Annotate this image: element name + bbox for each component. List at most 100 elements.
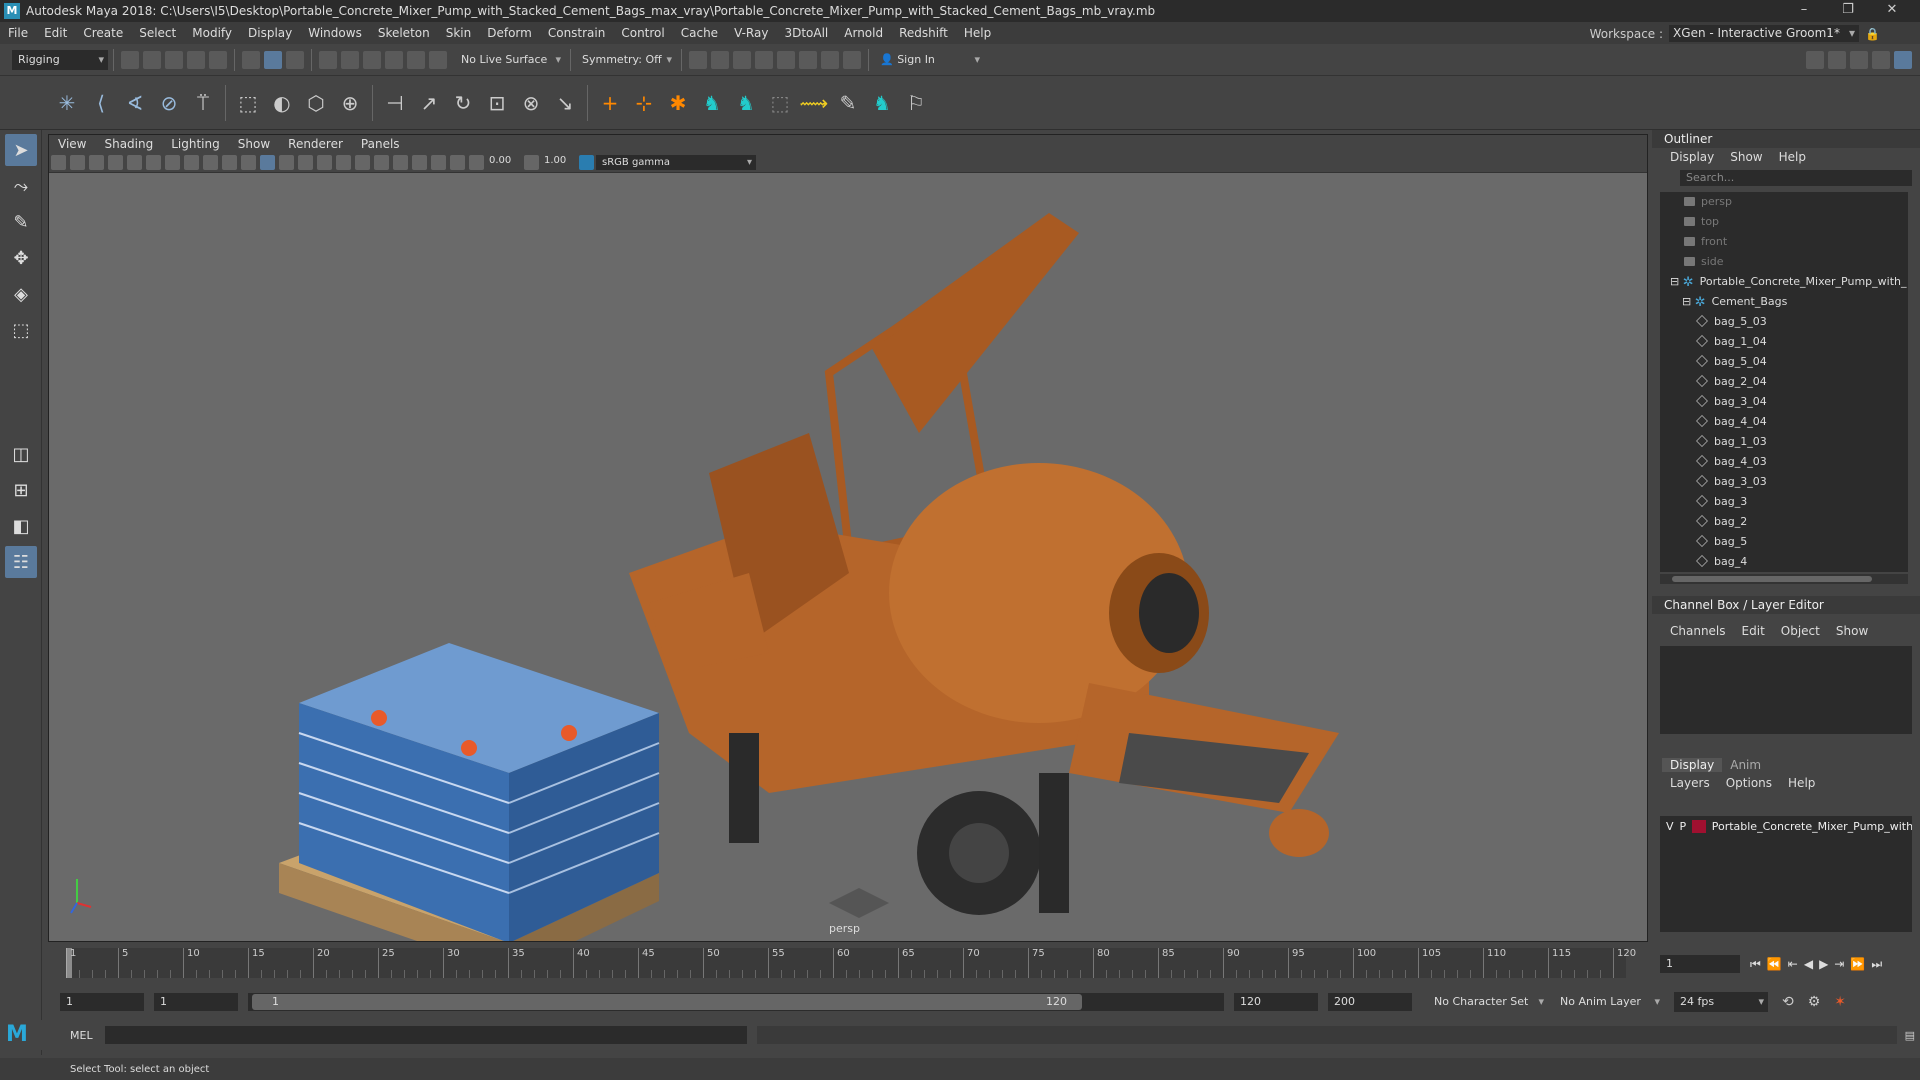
outliner-menu-help[interactable]: Help [1771,150,1814,164]
four-view-layout-icon[interactable]: ⊞ [5,474,37,506]
anti-alias-icon[interactable] [393,155,408,170]
time-ruler[interactable]: 1 5 10 15 20 25 30 35 40 45 50 55 60 65 70 75 80 85 90 95 10… [66,948,1636,978]
menu-deform[interactable]: Deform [479,26,540,40]
vp-menu-panels[interactable]: Panels [352,137,409,151]
constraint-parent-icon[interactable]: ⊗ [516,88,546,118]
scene-render[interactable] [49,173,1647,941]
go-to-end-icon[interactable]: ⏭ [1871,957,1882,972]
step-forward-key-icon[interactable]: ⏩ [1850,957,1865,972]
move-tool-icon[interactable]: ✥ [5,242,37,274]
two-view-layout-icon[interactable]: ◧ [5,510,37,542]
menu-windows[interactable]: Windows [300,26,370,40]
minimize-button[interactable]: – [1784,0,1824,22]
outliner-toggle-icon[interactable] [1894,50,1912,69]
layer-menu-layers[interactable]: Layers [1662,776,1718,790]
outliner-item-mesh[interactable]: bag_5 [1660,532,1908,552]
menu-skin[interactable]: Skin [438,26,480,40]
vp-menu-shading[interactable]: Shading [95,137,162,151]
menu-control[interactable]: Control [613,26,672,40]
select-object-icon[interactable] [264,50,282,69]
new-scene-icon[interactable] [121,50,139,69]
gamma-field[interactable]: 1.00 [541,155,577,170]
outliner-menu-show[interactable]: Show [1722,150,1770,164]
animation-prefs-icon[interactable]: ✶ [1834,994,1846,1010]
image-plane-icon[interactable] [89,155,104,170]
joint-tool-icon[interactable]: ✳ [52,88,82,118]
outliner-item-top[interactable]: top [1660,212,1908,232]
vray-ipr-icon[interactable] [821,50,839,69]
outliner-item-cement-bags[interactable]: ⊟ ✲ Cement_Bags [1660,292,1908,312]
gate-mask-icon[interactable] [165,155,180,170]
outliner-list[interactable]: persp top front side ⊟ ✲ Portable_Concret… [1660,192,1908,572]
outliner-item-mesh[interactable]: bag_5_04 [1660,352,1908,372]
lasso-tool-icon[interactable]: ⤳ [5,170,37,202]
vp-menu-lighting[interactable]: Lighting [162,137,229,151]
vp-menu-renderer[interactable]: Renderer [279,137,352,151]
script-language-label[interactable]: MEL [70,1029,93,1042]
menu-arnold[interactable]: Arnold [836,26,891,40]
layer-menu-options[interactable]: Options [1718,776,1780,790]
loop-icon[interactable]: ⟲ [1782,994,1794,1010]
menu-redshift[interactable]: Redshift [891,26,956,40]
menu-create[interactable]: Create [75,26,131,40]
character-set-dropdown[interactable]: No Character Set [1428,992,1548,1012]
tab-display[interactable]: Display [1662,758,1723,772]
insert-joint-icon[interactable]: ⊘ [154,88,184,118]
cluster-icon[interactable]: ⊕ [335,88,365,118]
select-component-icon[interactable] [286,50,304,69]
ik-handle-icon[interactable]: ⟨ [86,88,116,118]
fps-dropdown[interactable]: 24 fps [1674,992,1768,1012]
menu-display[interactable]: Display [240,26,300,40]
color-management-icon[interactable] [579,155,594,170]
render-settings-icon[interactable] [755,50,773,69]
close-button[interactable]: ✕ [1872,0,1912,22]
constraint-scale-icon[interactable]: ⊡ [482,88,512,118]
cb-menu-object[interactable]: Object [1773,624,1828,638]
pause-render-icon[interactable] [843,50,861,69]
snap-curve-icon[interactable] [341,50,359,69]
menu-select[interactable]: Select [131,26,184,40]
field-chart-icon[interactable] [184,155,199,170]
pose-editor-icon[interactable]: ♞ [867,88,897,118]
snap-view-icon[interactable] [385,50,403,69]
outliner-menu-display[interactable]: Display [1662,150,1722,164]
auto-key-icon[interactable]: ⚙ [1808,994,1821,1010]
pivot-locator-icon[interactable]: ⊹ [629,88,659,118]
empty-slot-icon[interactable]: ⬚ [765,88,795,118]
scrollbar-thumb[interactable] [1672,576,1872,582]
quick-rig-icon[interactable]: ♞ [697,88,727,118]
rotate-tool-icon[interactable]: ◈ [5,278,37,310]
outliner-item-mesh[interactable]: bag_3_04 [1660,392,1908,412]
outliner-item-mesh[interactable]: bag_1_03 [1660,432,1908,452]
wireframe-icon[interactable] [241,155,256,170]
outliner-layout-icon[interactable]: ☷ [5,546,37,578]
playback-start-field[interactable]: 1 [154,993,238,1011]
vray-render-icon[interactable] [799,50,817,69]
outliner-item-mesh[interactable]: bag_4 [1660,552,1908,572]
go-to-start-icon[interactable]: ⏮ [1750,957,1761,972]
constraint-pole-icon[interactable]: ↘ [550,88,580,118]
command-input[interactable] [104,1026,747,1044]
restore-button[interactable]: ❐ [1828,0,1868,22]
snap-pivot-icon[interactable] [429,50,447,69]
smooth-shade-icon[interactable] [260,155,275,170]
textured-icon[interactable] [298,155,313,170]
menu-constrain[interactable]: Constrain [540,26,614,40]
film-gate-icon[interactable] [127,155,142,170]
isolate-select-icon[interactable] [412,155,427,170]
vp-menu-show[interactable]: Show [229,137,279,151]
visibility-toggle[interactable]: V [1666,820,1674,833]
xray-icon[interactable] [431,155,446,170]
motion-blur-icon[interactable] [374,155,389,170]
tab-anim[interactable]: Anim [1722,758,1769,772]
default-material-icon[interactable] [279,155,294,170]
cb-menu-channels[interactable]: Channels [1662,624,1734,638]
channel-box-area[interactable] [1660,646,1912,734]
cement-bags-model[interactable] [279,643,660,941]
bookmark-icon[interactable] [70,155,85,170]
paint-weights-icon[interactable]: ◐ [267,88,297,118]
safe-title-icon[interactable] [222,155,237,170]
outliner-item-side[interactable]: side [1660,252,1908,272]
collapse-icon[interactable]: ⊟ [1682,295,1695,308]
current-frame-field[interactable]: 1 [1660,955,1740,973]
